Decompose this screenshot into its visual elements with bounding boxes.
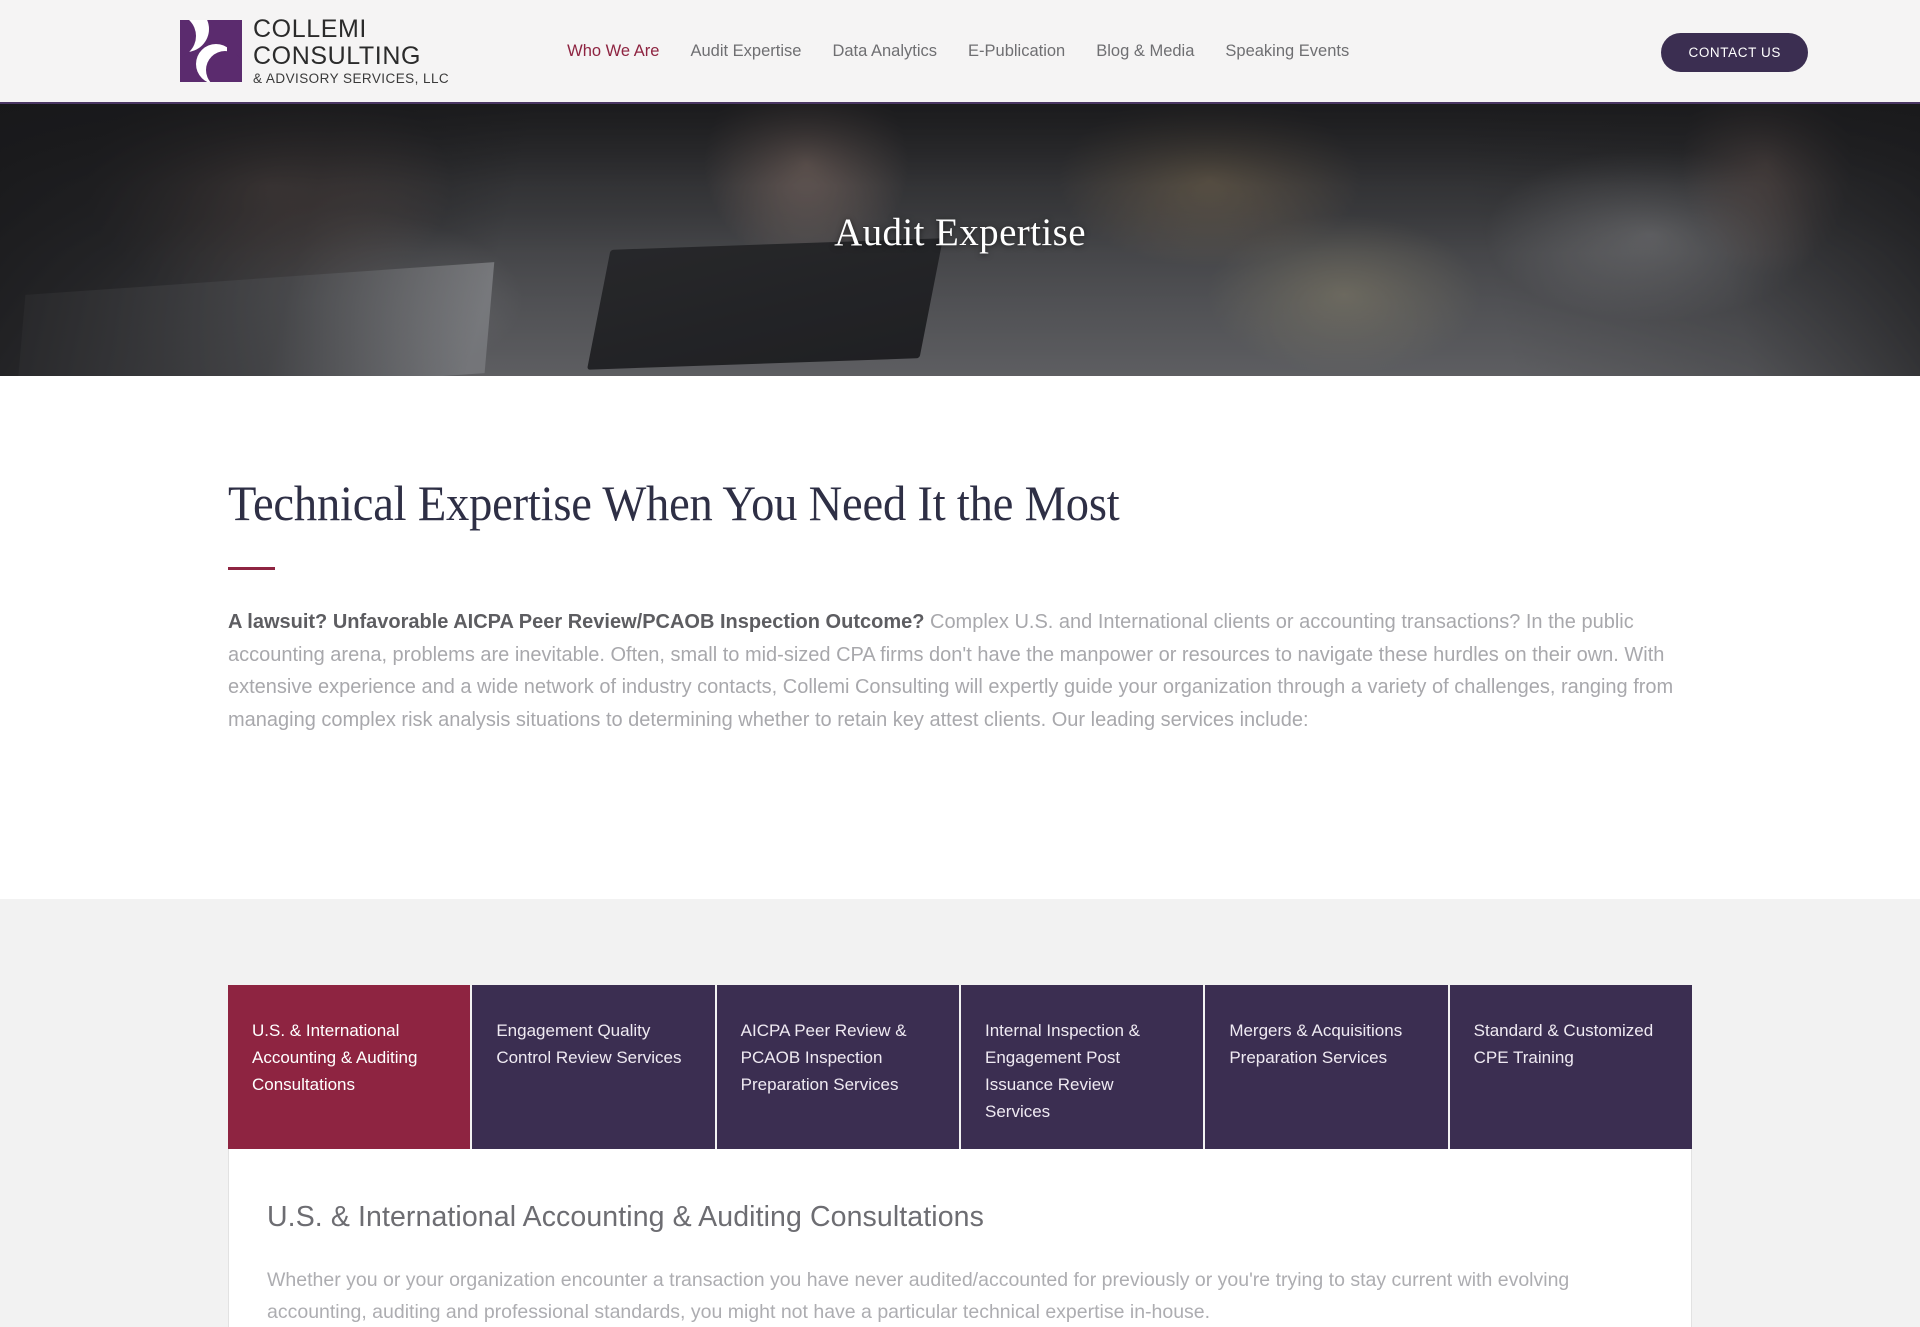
intro-section: Technical Expertise When You Need It the… <box>0 376 1920 899</box>
tab-panel: U.S. & International Accounting & Auditi… <box>228 1149 1692 1327</box>
site-header: COLLEMI CONSULTING & ADVISORY SERVICES, … <box>0 0 1920 104</box>
tab-aicpa-peer-review-pcaob-inspection-preparation[interactable]: AICPA Peer Review & PCAOB Inspection Pre… <box>716 985 961 1149</box>
tab-internal-inspection-engagement-post-issuance-review[interactable]: Internal Inspection & Engagement Post Is… <box>960 985 1206 1149</box>
tab-us-international-accounting-auditing-consultations[interactable]: U.S. & International Accounting & Auditi… <box>228 985 473 1149</box>
tab-panel-body: Whether you or your organization encount… <box>267 1269 1570 1323</box>
intro-paragraph: A lawsuit? Unfavorable AICPA Peer Review… <box>228 606 1692 736</box>
logo-line-1: COLLEMI <box>253 15 367 44</box>
hero-banner: Audit Expertise <box>0 104 1920 376</box>
hero-title: Audit Expertise <box>834 211 1086 254</box>
main-navigation: Who We Are Audit Expertise Data Analytic… <box>567 42 1349 61</box>
tab-standard-customized-cpe-training[interactable]: Standard & Customized CPE Training <box>1449 985 1692 1149</box>
nav-item-speaking-events[interactable]: Speaking Events <box>1225 42 1349 61</box>
logo[interactable]: COLLEMI CONSULTING & ADVISORY SERVICES, … <box>180 16 449 86</box>
nav-item-data-analytics[interactable]: Data Analytics <box>832 42 937 61</box>
title-divider <box>228 567 275 570</box>
nav-item-blog-and-media[interactable]: Blog & Media <box>1096 42 1194 61</box>
logo-wordmark: COLLEMI CONSULTING & ADVISORY SERVICES, … <box>253 16 449 86</box>
logo-line-2: CONSULTING <box>253 42 422 71</box>
page-title: Technical Expertise When You Need It the… <box>228 475 1120 531</box>
tab-strip: U.S. & International Accounting & Auditi… <box>228 985 1692 1149</box>
intro-paragraph-lead: A lawsuit? Unfavorable AICPA Peer Review… <box>228 611 925 633</box>
nav-item-who-we-are[interactable]: Who We Are <box>567 42 659 61</box>
tab-engagement-quality-control-review-services[interactable]: Engagement Quality Control Review Servic… <box>472 985 717 1149</box>
services-tabs-section: U.S. & International Accounting & Auditi… <box>0 899 1920 1327</box>
logo-mark-icon <box>180 20 242 82</box>
tab-panel-title: U.S. & International Accounting & Auditi… <box>267 1201 984 1233</box>
tab-mergers-acquisitions-preparation-services[interactable]: Mergers & Acquisitions Preparation Servi… <box>1205 985 1450 1149</box>
nav-item-audit-expertise[interactable]: Audit Expertise <box>690 42 801 61</box>
contact-us-button[interactable]: CONTACT US <box>1661 33 1808 72</box>
logo-line-3: & ADVISORY SERVICES, LLC <box>253 71 450 87</box>
nav-item-e-publication[interactable]: E-Publication <box>968 42 1065 61</box>
